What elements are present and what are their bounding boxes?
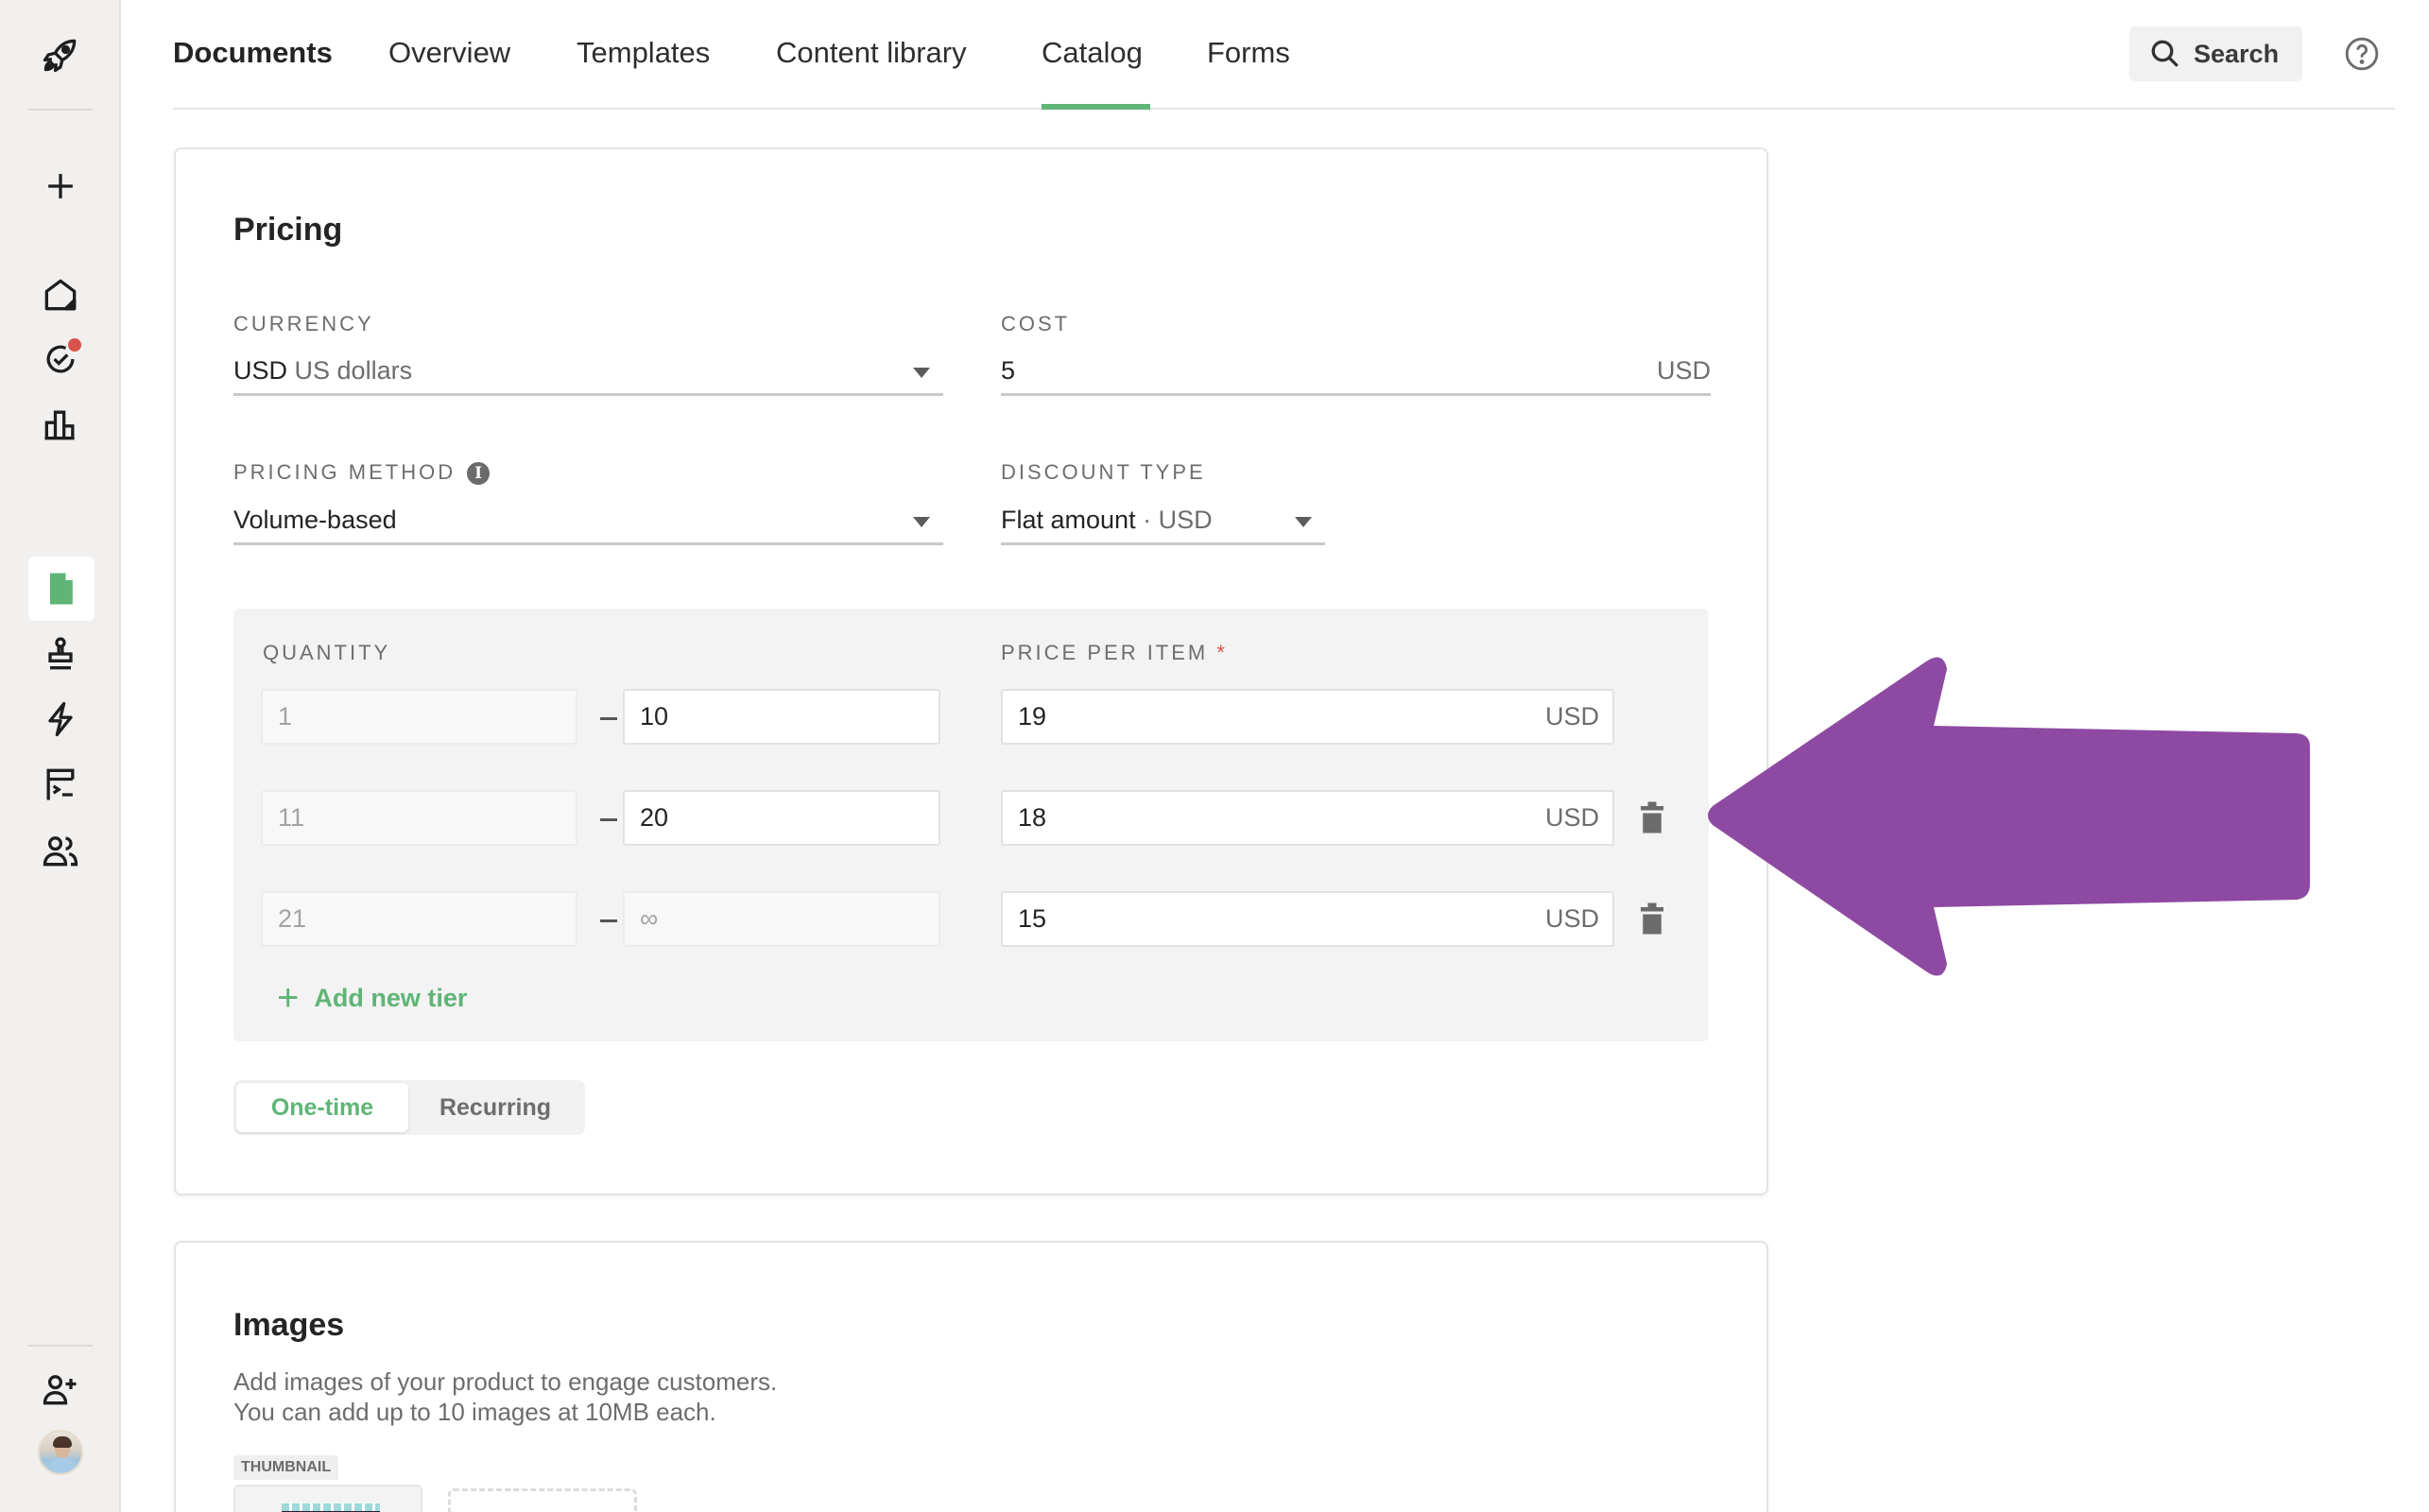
product-image-stripe bbox=[282, 1503, 380, 1511]
documents-icon[interactable] bbox=[38, 566, 83, 611]
tier-3-currency: USD bbox=[1544, 904, 1599, 933]
tier-2-delete-button[interactable] bbox=[1638, 800, 1666, 834]
discount-type-select[interactable]: Flat amount · USD bbox=[1001, 498, 1325, 545]
tier-2-from-input: 11 bbox=[261, 790, 577, 846]
tier-1-to-input[interactable]: 10 bbox=[623, 689, 940, 745]
reports-icon[interactable] bbox=[38, 402, 83, 447]
stamp-icon[interactable] bbox=[38, 631, 83, 677]
discount-type-label: DISCOUNT TYPE bbox=[1001, 460, 1206, 484]
search-label: Search bbox=[2194, 39, 2280, 68]
info-icon[interactable]: i bbox=[467, 462, 491, 486]
chevron-down-icon bbox=[1295, 517, 1312, 527]
recurring-option[interactable]: Recurring bbox=[408, 1083, 582, 1132]
thumbnail-label: THUMBNAIL bbox=[233, 1455, 339, 1480]
tier-3-from-input: 21 bbox=[261, 891, 577, 947]
tier-1-currency: USD bbox=[1544, 702, 1599, 730]
tier-1-price-input[interactable]: 19 USD bbox=[1001, 689, 1614, 745]
price-per-item-label: PRICE PER ITEM * bbox=[1001, 641, 1228, 665]
discount-type-value: Flat amount bbox=[1001, 506, 1136, 534]
images-description-line-1: Add images of your product to engage cus… bbox=[233, 1367, 778, 1396]
tier-3-to-input: ∞ bbox=[623, 891, 940, 947]
images-card: Images Add images of your product to eng… bbox=[174, 1241, 1768, 1512]
billing-frequency-toggle: One-time Recurring bbox=[233, 1080, 585, 1135]
thumbnail-image[interactable] bbox=[233, 1485, 422, 1512]
tier-2-currency: USD bbox=[1544, 803, 1599, 832]
one-time-option[interactable]: One-time bbox=[236, 1083, 408, 1132]
plus-icon[interactable] bbox=[38, 163, 83, 209]
add-new-tier-button[interactable]: + Add new tier bbox=[277, 979, 467, 1017]
tab-templates[interactable]: Templates bbox=[577, 36, 710, 70]
contacts-icon[interactable] bbox=[38, 828, 83, 873]
images-description-line-2: You can add up to 10 images at 10MB each… bbox=[233, 1398, 716, 1426]
pricing-method-label: PRICING METHOD i bbox=[233, 460, 491, 486]
currency-select[interactable]: USD US dollars bbox=[233, 349, 943, 396]
volume-tiers-panel: QUANTITY PRICE PER ITEM * 1 10 19 USD 11… bbox=[233, 609, 1709, 1041]
tier-2-to-input[interactable]: 20 bbox=[623, 790, 940, 846]
sidebar-divider bbox=[28, 1345, 93, 1347]
pricing-card: Pricing CURRENCY USD US dollars COST 5 U… bbox=[174, 147, 1768, 1195]
currency-label: CURRENCY bbox=[233, 312, 374, 335]
tasks-icon[interactable] bbox=[38, 336, 83, 382]
range-dash bbox=[600, 717, 617, 720]
add-image-slot[interactable] bbox=[448, 1488, 637, 1512]
required-mark: * bbox=[1216, 641, 1228, 664]
home-icon[interactable] bbox=[38, 272, 83, 318]
range-dash bbox=[600, 919, 617, 922]
price-per-item-label-text: PRICE PER ITEM bbox=[1001, 641, 1209, 664]
pricing-title: Pricing bbox=[233, 212, 343, 248]
cost-input[interactable]: 5 USD bbox=[1001, 349, 1711, 396]
automation-icon[interactable] bbox=[38, 696, 83, 742]
pricing-method-select[interactable]: Volume-based bbox=[233, 498, 943, 545]
sidebar bbox=[0, 0, 121, 1512]
currency-code: USD bbox=[233, 356, 288, 385]
cost-label: COST bbox=[1001, 312, 1071, 335]
tier-3-delete-button[interactable] bbox=[1638, 902, 1666, 936]
add-new-tier-label: Add new tier bbox=[314, 983, 468, 1012]
tab-catalog[interactable]: Catalog bbox=[1042, 36, 1143, 70]
tier-2-price-input[interactable]: 18 USD bbox=[1001, 790, 1614, 846]
quantity-label: QUANTITY bbox=[263, 641, 391, 664]
search-button[interactable]: Search bbox=[2129, 26, 2302, 81]
images-description: Add images of your product to engage cus… bbox=[233, 1366, 777, 1427]
cost-currency-suffix: USD bbox=[1656, 356, 1711, 385]
user-avatar[interactable] bbox=[38, 1430, 83, 1475]
chevron-down-icon bbox=[913, 517, 930, 527]
range-dash bbox=[600, 818, 617, 821]
tier-2-price-value: 18 bbox=[1018, 803, 1047, 832]
tier-1-price-value: 19 bbox=[1018, 702, 1047, 730]
tab-content-library[interactable]: Content library bbox=[776, 36, 967, 70]
discount-type-currency: · USD bbox=[1143, 506, 1213, 534]
tab-overview[interactable]: Overview bbox=[388, 36, 510, 70]
search-icon bbox=[2151, 40, 2179, 67]
cost-value: 5 bbox=[1001, 356, 1016, 385]
images-title: Images bbox=[233, 1307, 345, 1343]
currency-name: US dollars bbox=[294, 356, 413, 385]
plus-icon: + bbox=[277, 977, 300, 1019]
annotation-arrow-shape bbox=[1708, 657, 2310, 976]
forms-icon[interactable] bbox=[38, 762, 83, 807]
tier-3-price-input[interactable]: 15 USD bbox=[1001, 891, 1614, 947]
pricing-method-value: Volume-based bbox=[233, 506, 397, 534]
invite-user-icon[interactable] bbox=[38, 1366, 83, 1412]
chevron-down-icon bbox=[913, 368, 930, 378]
rocket-logo-icon[interactable] bbox=[38, 32, 83, 77]
pricing-method-label-text: PRICING METHOD bbox=[233, 460, 457, 484]
tab-forms[interactable]: Forms bbox=[1207, 36, 1290, 70]
help-icon[interactable] bbox=[2344, 36, 2380, 72]
active-tab-indicator bbox=[1042, 104, 1150, 110]
notification-badge bbox=[68, 338, 81, 352]
tier-3-price-value: 15 bbox=[1018, 904, 1047, 933]
tier-1-from-input: 1 bbox=[261, 689, 577, 745]
annotation-arrow-icon bbox=[1708, 657, 2310, 976]
sidebar-divider bbox=[28, 109, 93, 111]
nav-documents[interactable]: Documents bbox=[173, 36, 333, 70]
